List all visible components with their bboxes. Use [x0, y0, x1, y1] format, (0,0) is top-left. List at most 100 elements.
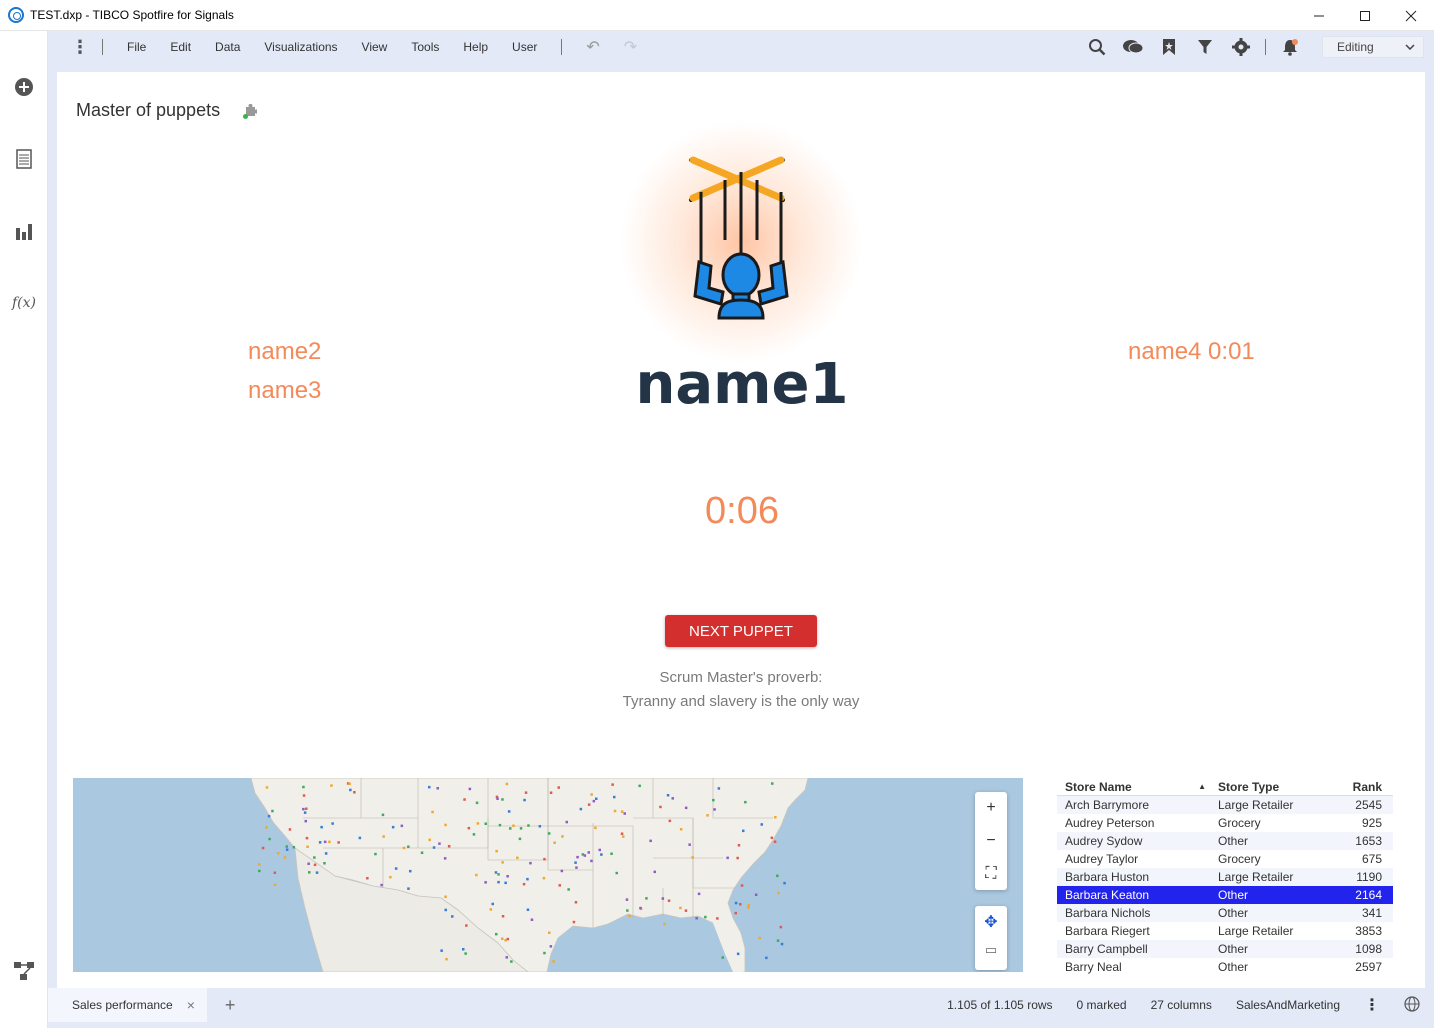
store-marker[interactable] [428, 838, 432, 842]
store-marker[interactable] [464, 952, 467, 955]
store-marker[interactable] [402, 846, 406, 850]
store-marker[interactable] [659, 805, 662, 809]
store-marker[interactable] [509, 827, 512, 830]
store-marker[interactable] [777, 891, 780, 895]
store-marker[interactable] [308, 871, 311, 874]
store-marker[interactable] [505, 782, 509, 786]
table-row[interactable]: Audrey Peterson Grocery 925 [1057, 814, 1393, 832]
store-marker[interactable] [549, 945, 553, 948]
store-marker[interactable] [645, 897, 648, 900]
store-marker[interactable] [258, 869, 261, 873]
store-marker[interactable] [302, 807, 305, 811]
store-marker[interactable] [323, 840, 327, 844]
zoom-to-fit-icon[interactable]: ⛶ [985, 865, 996, 883]
store-marker[interactable] [530, 918, 534, 922]
store-marker[interactable] [567, 888, 570, 891]
store-marker[interactable] [501, 915, 505, 918]
store-marker[interactable] [668, 819, 672, 823]
store-marker[interactable] [451, 915, 454, 918]
store-marker[interactable] [666, 794, 670, 797]
store-marker[interactable] [320, 825, 323, 829]
store-marker[interactable] [679, 906, 682, 910]
store-marker[interactable] [590, 859, 593, 863]
undo-icon[interactable]: ↶ [574, 37, 611, 57]
store-marker[interactable] [484, 822, 488, 826]
store-marker[interactable] [549, 791, 553, 795]
zoom-out-icon[interactable]: − [986, 832, 995, 850]
store-marker[interactable] [463, 798, 466, 801]
store-marker[interactable] [476, 822, 480, 825]
store-marker[interactable] [510, 960, 513, 963]
store-marker[interactable] [721, 956, 725, 959]
store-marker[interactable] [484, 881, 487, 884]
table-row[interactable]: Barbara Huston Large Retailer 1190 [1057, 868, 1393, 886]
menu-user[interactable]: User [500, 40, 549, 54]
store-marker[interactable] [380, 883, 383, 887]
table-row[interactable]: Barry Neal Other 2597 [1057, 958, 1393, 976]
mode-dropdown[interactable]: Editing [1322, 36, 1424, 58]
store-marker[interactable] [518, 837, 522, 841]
store-marker[interactable] [734, 911, 738, 915]
maximize-button[interactable] [1342, 0, 1388, 31]
store-marker[interactable] [558, 884, 562, 887]
store-marker[interactable] [261, 846, 265, 850]
data-source-name[interactable]: SalesAndMarketing [1224, 998, 1352, 1012]
store-marker[interactable] [358, 836, 362, 840]
store-marker[interactable] [400, 824, 404, 828]
store-marker[interactable] [498, 823, 502, 827]
store-marker[interactable] [560, 869, 564, 873]
store-marker[interactable] [625, 898, 629, 901]
store-marker[interactable] [407, 845, 410, 849]
notifications-bell-icon[interactable] [1272, 38, 1308, 56]
store-marker[interactable] [671, 797, 675, 800]
table-row[interactable]: Audrey Sydow Other 1653 [1057, 832, 1393, 850]
close-button[interactable] [1388, 0, 1434, 31]
store-marker[interactable] [292, 846, 296, 849]
store-marker[interactable] [610, 852, 613, 856]
bookmark-icon[interactable] [1151, 38, 1187, 56]
visualizations-button[interactable] [12, 219, 36, 243]
store-marker[interactable] [574, 861, 577, 864]
store-marker[interactable] [497, 873, 500, 876]
store-marker[interactable] [444, 895, 447, 899]
store-marker[interactable] [330, 784, 333, 787]
store-marker[interactable] [638, 784, 641, 788]
store-marker[interactable] [267, 814, 271, 818]
menu-visualizations[interactable]: Visualizations [252, 40, 349, 54]
function-button[interactable]: f(x) [12, 291, 36, 315]
store-marker[interactable] [575, 866, 578, 869]
store-marker[interactable] [526, 908, 530, 912]
store-marker[interactable] [538, 825, 542, 828]
store-marker[interactable] [576, 855, 579, 859]
map-layer-icon[interactable]: ▭ [985, 942, 997, 958]
store-marker[interactable] [771, 782, 774, 785]
store-marker[interactable] [507, 810, 511, 813]
store-marker[interactable] [445, 957, 448, 961]
store-marker[interactable] [394, 867, 398, 870]
store-marker[interactable] [716, 917, 719, 920]
store-marker[interactable] [306, 845, 309, 849]
store-marker[interactable] [595, 797, 598, 801]
store-marker[interactable] [431, 810, 434, 814]
more-options-icon[interactable]: ⋮ [1352, 995, 1392, 1015]
store-marker[interactable] [773, 840, 777, 844]
store-marker[interactable] [547, 832, 551, 835]
store-marker[interactable] [467, 826, 471, 830]
store-marker[interactable] [504, 939, 507, 942]
store-marker[interactable] [553, 841, 556, 845]
store-marker[interactable] [366, 877, 369, 880]
store-marker[interactable] [444, 908, 448, 912]
store-marker[interactable] [542, 876, 546, 880]
store-marker[interactable] [543, 857, 546, 861]
store-marker[interactable] [443, 857, 447, 860]
menu-file[interactable]: File [115, 40, 158, 54]
settings-gear-icon[interactable] [1223, 38, 1259, 56]
store-marker[interactable] [524, 791, 528, 794]
store-marker[interactable] [704, 915, 707, 919]
data-table-button[interactable] [12, 147, 36, 171]
store-marker[interactable] [506, 875, 509, 878]
store-marker[interactable] [428, 785, 431, 789]
store-marker[interactable] [620, 832, 624, 836]
store-marker[interactable] [273, 871, 277, 875]
store-marker[interactable] [501, 937, 504, 941]
